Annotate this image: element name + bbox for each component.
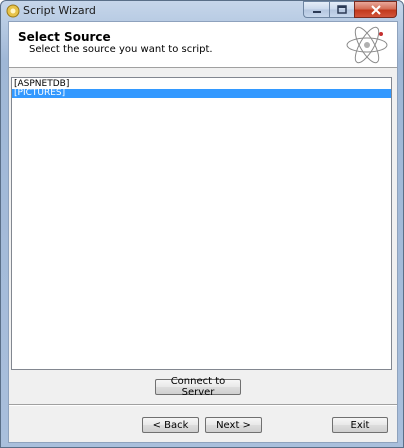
list-item[interactable]: [PICTURES] <box>12 89 391 98</box>
list-item[interactable]: [ASPNETDB] <box>12 80 391 89</box>
source-list: [ASPNETDB] [PICTURES] <box>12 80 391 98</box>
title-bar[interactable]: Script Wizard <box>1 1 403 21</box>
window-title: Script Wizard <box>23 4 96 17</box>
wizard-client-area: Select Source Select the source you want… <box>8 21 398 443</box>
page-subtitle: Select the source you want to script. <box>29 44 213 55</box>
caption-buttons <box>303 1 397 19</box>
maximize-icon <box>337 5 347 14</box>
source-listbox[interactable]: [ASPNETDB] [PICTURES] <box>11 77 392 370</box>
exit-button[interactable]: Exit <box>332 417 388 433</box>
atom-icon <box>346 26 388 64</box>
back-button[interactable]: < Back <box>142 417 199 433</box>
close-button[interactable] <box>354 1 397 18</box>
page-title: Select Source <box>18 30 111 44</box>
app-icon <box>6 4 20 18</box>
maximize-button[interactable] <box>329 1 354 18</box>
next-button[interactable]: Next > <box>205 417 262 433</box>
footer-separator <box>9 404 397 406</box>
minimize-button[interactable] <box>303 1 329 18</box>
wizard-header: Select Source Select the source you want… <box>9 22 397 68</box>
minimize-icon <box>312 10 321 13</box>
close-icon <box>370 4 381 15</box>
script-wizard-window: Script Wizard Select Source Select the s… <box>0 0 404 448</box>
connect-to-server-button[interactable]: Connect to Server <box>155 376 241 398</box>
